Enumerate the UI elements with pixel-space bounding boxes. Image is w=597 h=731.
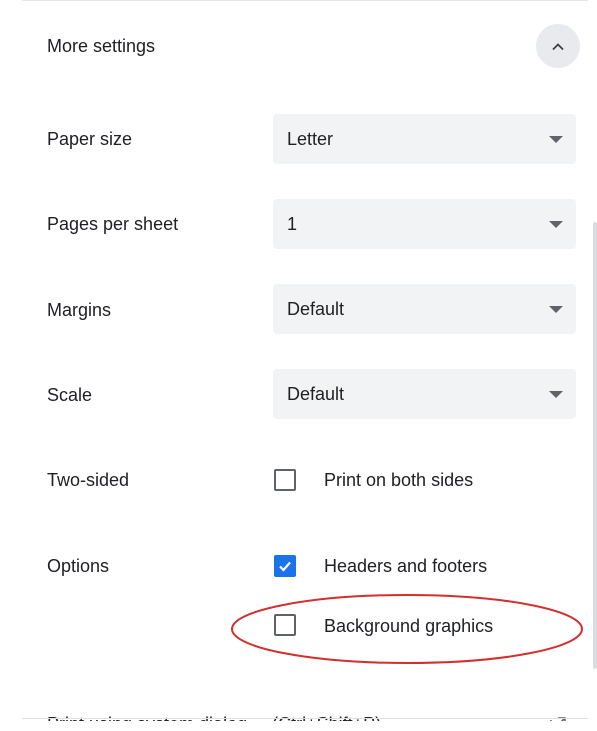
margins-label: Margins — [47, 300, 112, 320]
background-graphics-label[interactable]: Background graphics — [324, 615, 493, 637]
bottom-divider — [22, 718, 588, 719]
top-divider — [22, 0, 588, 1]
chevron-up-icon — [552, 42, 564, 50]
more-settings-title: More settings — [47, 36, 156, 56]
collapse-more-settings-button[interactable] — [536, 24, 580, 68]
pages-per-sheet-select[interactable]: 1 — [273, 199, 576, 249]
headers-footers-label[interactable]: Headers and footers — [324, 555, 487, 577]
headers-footers-checkbox[interactable] — [274, 555, 296, 577]
paper-size-value: Letter — [287, 129, 334, 149]
background-graphics-checkbox[interactable] — [274, 614, 296, 636]
paper-size-select[interactable]: Letter — [273, 114, 576, 164]
pages-per-sheet-value: 1 — [287, 214, 298, 234]
bottom-crop-area — [0, 721, 597, 731]
scale-label: Scale — [47, 385, 93, 405]
checkmark-icon — [279, 561, 291, 572]
margins-value: Default — [287, 299, 345, 319]
paper-size-label: Paper size — [47, 129, 133, 149]
margins-select[interactable]: Default — [273, 284, 576, 334]
options-label: Options — [47, 556, 110, 576]
print-both-sides-checkbox[interactable] — [274, 469, 296, 491]
dropdown-arrow-icon — [549, 221, 563, 228]
scrollbar-thumb[interactable] — [593, 222, 597, 669]
dropdown-arrow-icon — [549, 306, 563, 313]
scale-value: Default — [287, 384, 345, 404]
scale-select[interactable]: Default — [273, 369, 576, 419]
two-sided-label: Two-sided — [47, 470, 130, 490]
dropdown-arrow-icon — [549, 391, 563, 398]
pages-per-sheet-label: Pages per sheet — [47, 214, 179, 234]
print-both-sides-label[interactable]: Print on both sides — [324, 469, 473, 491]
dropdown-arrow-icon — [549, 136, 563, 143]
more-settings-panel: More settings Paper size Letter Pages pe… — [0, 0, 597, 731]
